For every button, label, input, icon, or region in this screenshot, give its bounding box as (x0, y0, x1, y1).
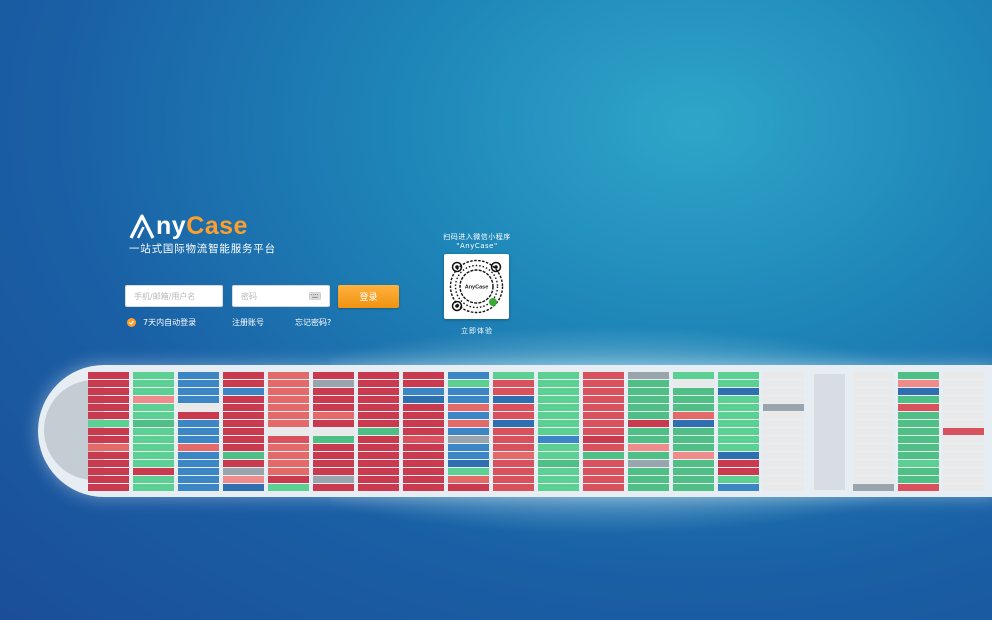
remember-me-label: 7天内自动登录 (143, 318, 197, 327)
forgot-password-link[interactable]: 忘记密码? (295, 317, 331, 328)
brand-slogan: 一站式国际物流智能服务平台 (129, 243, 276, 255)
qr-caption-line2: "AnyCase" (456, 242, 498, 250)
qr-code-icon: AnyCase (444, 254, 509, 319)
try-now-label: 立即体验 (461, 327, 493, 335)
register-link[interactable]: 注册账号 (232, 317, 264, 328)
qr-caption-line1: 扫码进入微信小程序 (443, 233, 511, 241)
wechat-badge-icon (489, 298, 497, 306)
check-circle-icon[interactable] (127, 318, 136, 327)
keyboard-icon[interactable] (309, 292, 321, 300)
login-button[interactable]: 登录 (338, 285, 399, 308)
a-triangle-logo-icon (129, 213, 155, 240)
brand-logo: ny Case (129, 212, 248, 241)
logo-text-ny: ny (156, 212, 187, 240)
qr-logo-text: AnyCase (465, 285, 489, 291)
logo-text-case: Case (186, 212, 248, 240)
username-input[interactable] (125, 285, 223, 307)
container-stacks (88, 372, 984, 491)
remember-me-toggle[interactable]: 7天内自动登录 (127, 317, 196, 328)
